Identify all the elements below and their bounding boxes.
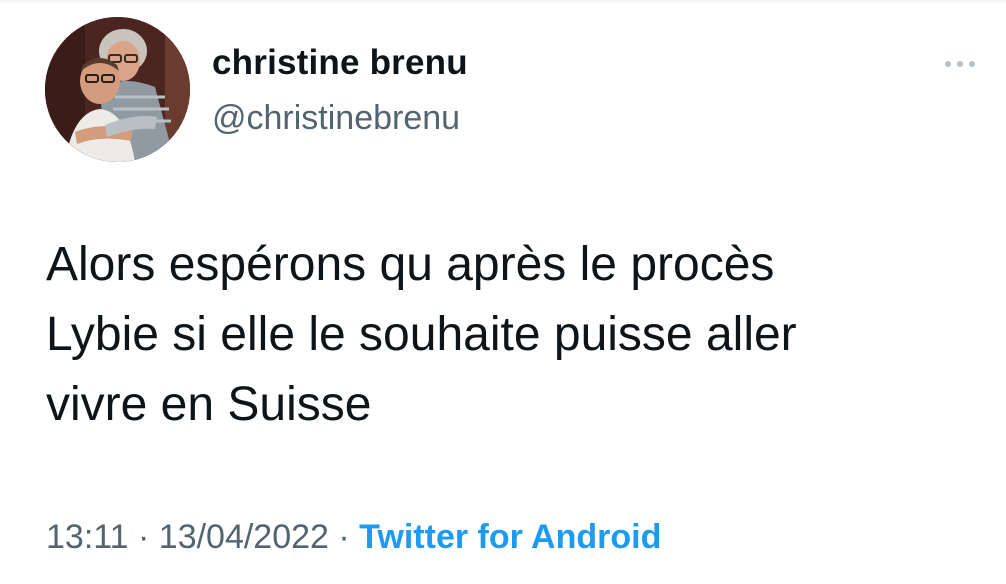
tweet-source-link[interactable]: Twitter for Android [359,518,661,556]
meta-separator: · [128,518,159,556]
more-dot [957,61,963,67]
avatar[interactable] [45,17,190,162]
author-display-name[interactable]: christine brenu [212,43,468,83]
more-options-icon[interactable] [930,52,990,76]
tweet-text-line: Lybie si elle le souhaite puisse aller [46,308,797,361]
tweet-date[interactable]: 13/04/2022 [159,518,329,556]
meta-separator: · [328,518,360,556]
tweet-text-line: Alors espérons qu après le procès [46,238,775,291]
tweet-text: Alors espérons qu après le procès Lybie … [46,230,976,440]
profile-photo-icon [45,17,190,162]
top-divider [0,0,1006,5]
author-handle[interactable]: @christinebrenu [212,99,460,138]
more-dot [969,61,975,67]
more-dot [945,61,951,67]
tweet-time[interactable]: 13:11 [46,518,129,556]
tweet-meta: 13:11 · 13/04/2022 · Twitter for Android [46,518,661,557]
tweet-text-line: vivre en Suisse [46,378,372,431]
tweet-card: christine brenu @christinebrenu Alors es… [0,0,1006,584]
